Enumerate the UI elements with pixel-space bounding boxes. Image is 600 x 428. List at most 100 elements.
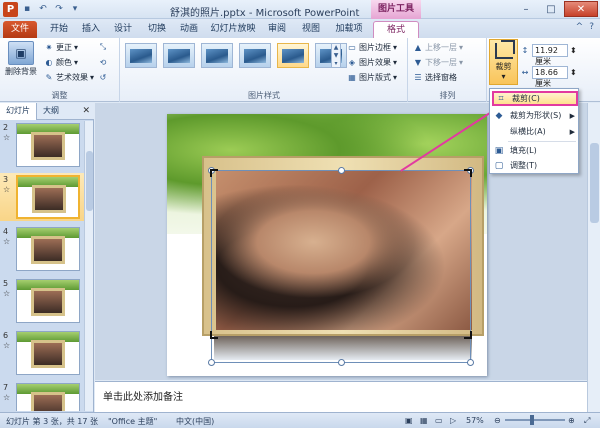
tab-animations[interactable]: 动画	[174, 21, 204, 38]
crop-button[interactable]: 裁剪 ▾	[489, 39, 518, 85]
tab-format[interactable]: 格式	[373, 21, 419, 38]
artistic-effects-button[interactable]: ✎ 艺术效果 ▾	[44, 72, 94, 83]
spinner-arrows-icon[interactable]: ⬍	[570, 46, 577, 55]
color-button[interactable]: ◐ 颜色 ▾	[44, 57, 79, 68]
slide-thumbnail-7[interactable]: 7 ☆	[0, 381, 84, 411]
tab-home[interactable]: 开始	[44, 21, 74, 38]
notes-pane[interactable]: 单击此处添加备注	[95, 381, 587, 412]
style-thumbnail[interactable]	[163, 43, 195, 68]
slide-thumbnail-3[interactable]: 3 ☆	[0, 173, 84, 221]
scrollbar-thumb[interactable]	[86, 151, 93, 211]
close-icon[interactable]: ✕	[82, 106, 90, 116]
slide-thumbnail-2[interactable]: 2 ☆	[0, 121, 84, 169]
slide-number: 7 ☆	[3, 383, 11, 402]
crop-handle[interactable]	[464, 169, 472, 177]
window-controls: – □ ✕	[514, 1, 598, 17]
crop-handle[interactable]	[210, 331, 218, 339]
send-backward-button[interactable]: ▼ 下移一层 ▾	[413, 57, 463, 68]
close-button[interactable]: ✕	[564, 1, 598, 17]
crop-handle[interactable]	[464, 331, 472, 339]
group-label-arrange: 排列	[439, 91, 456, 100]
menu-item-crop-to-shape[interactable]: ◆ 裁剪为形状(S) ▶	[492, 108, 578, 123]
slide-sorter-icon[interactable]: ▦	[420, 416, 428, 425]
zoom-slider[interactable]	[505, 419, 565, 421]
corrections-button[interactable]: ✷ 更正 ▾	[44, 42, 78, 53]
group-adjust: ▣ 删除背景 ✷ 更正 ▾ ◐ 颜色 ▾ ✎ 艺术效果 ▾ ⤡ ⟲ ↺ 调整	[0, 38, 120, 102]
zoom-slider-knob[interactable]	[530, 415, 534, 425]
menu-item-fill[interactable]: ▣ 填充(L)	[492, 143, 578, 158]
resize-handle[interactable]	[467, 359, 474, 366]
ribbon-collapse-icon[interactable]: ^	[576, 22, 584, 32]
minimize-button[interactable]: –	[514, 1, 538, 17]
change-picture-button[interactable]: ⟲	[98, 57, 108, 67]
menu-item-label: 纵横比(A)	[510, 127, 546, 136]
menu-item-crop[interactable]: ⌗ 裁剪(C)	[492, 91, 578, 106]
save-icon[interactable]: ▪	[20, 2, 34, 16]
undo-icon[interactable]: ↶	[36, 2, 50, 16]
style-thumbnail[interactable]	[201, 43, 233, 68]
gallery-scroll[interactable]: ▲ ▼ ▾	[331, 43, 341, 68]
selection-pane-button[interactable]: ☰ 选择窗格	[413, 72, 457, 83]
tab-review[interactable]: 审阅	[262, 21, 292, 38]
zoom-in-icon[interactable]: ⊕	[568, 416, 575, 425]
selection-pane-icon: ☰	[414, 73, 422, 82]
fit-to-window-icon[interactable]: ⤢	[584, 416, 590, 426]
style-thumbnail-selected[interactable]	[277, 43, 309, 68]
menu-item-fit[interactable]: ▢ 调整(T)	[492, 158, 578, 173]
powerpoint-app-icon[interactable]: P	[3, 2, 18, 17]
resize-handle[interactable]	[338, 359, 345, 366]
zoom-level[interactable]: 57%	[466, 416, 484, 425]
picture-effects-button[interactable]: ◈ 图片效果 ▾	[347, 57, 397, 68]
maximize-button[interactable]: □	[539, 1, 563, 17]
resize-handle[interactable]	[208, 359, 215, 366]
color-label: 颜色	[56, 58, 72, 67]
redo-icon[interactable]: ↷	[52, 2, 66, 16]
normal-view-icon[interactable]: ▣	[405, 416, 413, 425]
spinner-arrows-icon[interactable]: ⬍	[570, 68, 577, 77]
bring-forward-button[interactable]: ▲ 上移一层 ▾	[413, 42, 463, 53]
remove-background-button[interactable]: ▣ 删除背景	[2, 41, 40, 77]
style-thumbnail[interactable]	[239, 43, 271, 68]
picture-border-button[interactable]: ▭ 图片边框 ▾	[347, 42, 397, 53]
chevron-down-icon: ▾	[501, 72, 506, 81]
language[interactable]: 中文(中国)	[176, 416, 214, 427]
theme-name[interactable]: "Office 主题"	[108, 416, 157, 427]
tab-slides[interactable]: 幻灯片	[0, 102, 37, 120]
tab-outline[interactable]: 大纲	[37, 103, 65, 120]
width-spinner[interactable]: ↔ 18.66 厘米 ⬍	[520, 66, 577, 88]
slideshow-view-icon[interactable]: ▷	[450, 416, 456, 425]
zoom-out-icon[interactable]: ⊖	[494, 416, 501, 425]
crop-label: 裁剪	[495, 62, 512, 71]
style-thumbnail[interactable]	[125, 43, 157, 68]
width-icon: ↔	[521, 68, 529, 77]
dropdown-icon[interactable]: ▾	[68, 2, 82, 16]
panel-scrollbar[interactable]	[84, 121, 93, 411]
slide-canvas[interactable]	[167, 114, 487, 376]
picture-selection-box[interactable]	[208, 167, 474, 366]
tab-file[interactable]: 文件	[3, 21, 37, 38]
tab-transitions[interactable]: 切换	[142, 21, 172, 38]
reset-picture-button[interactable]: ↺	[98, 72, 108, 82]
slide-thumbnail-6[interactable]: 6 ☆	[0, 329, 84, 377]
scrollbar-thumb[interactable]	[590, 143, 599, 223]
tab-addins[interactable]: 加载项	[330, 21, 368, 38]
slide-scrollbar[interactable]	[587, 103, 600, 412]
compress-pictures-button[interactable]: ⤡	[98, 42, 108, 52]
height-field[interactable]: 11.92 厘米	[532, 44, 568, 66]
crop-handle[interactable]	[210, 169, 218, 177]
menu-item-aspect-ratio[interactable]: 纵横比(A) ▶	[492, 124, 578, 139]
tab-design[interactable]: 设计	[108, 21, 138, 38]
picture-layout-button[interactable]: ▦ 图片版式 ▾	[347, 72, 397, 83]
resize-handle[interactable]	[338, 167, 345, 174]
width-field[interactable]: 18.66 厘米	[532, 66, 568, 88]
chevron-down-icon: ▾	[74, 58, 79, 67]
help-icon[interactable]: ?	[589, 22, 594, 32]
slide-thumbnail-5[interactable]: 5 ☆	[0, 277, 84, 325]
height-spinner[interactable]: ↕ 11.92 厘米 ⬍	[520, 44, 577, 66]
menu-item-label: 裁剪为形状(S)	[510, 111, 562, 120]
tab-insert[interactable]: 插入	[76, 21, 106, 38]
tab-view[interactable]: 视图	[296, 21, 326, 38]
slide-thumbnail-4[interactable]: 4 ☆	[0, 225, 84, 273]
reading-view-icon[interactable]: ▭	[435, 416, 443, 425]
tab-slideshow[interactable]: 幻灯片放映	[208, 21, 258, 38]
